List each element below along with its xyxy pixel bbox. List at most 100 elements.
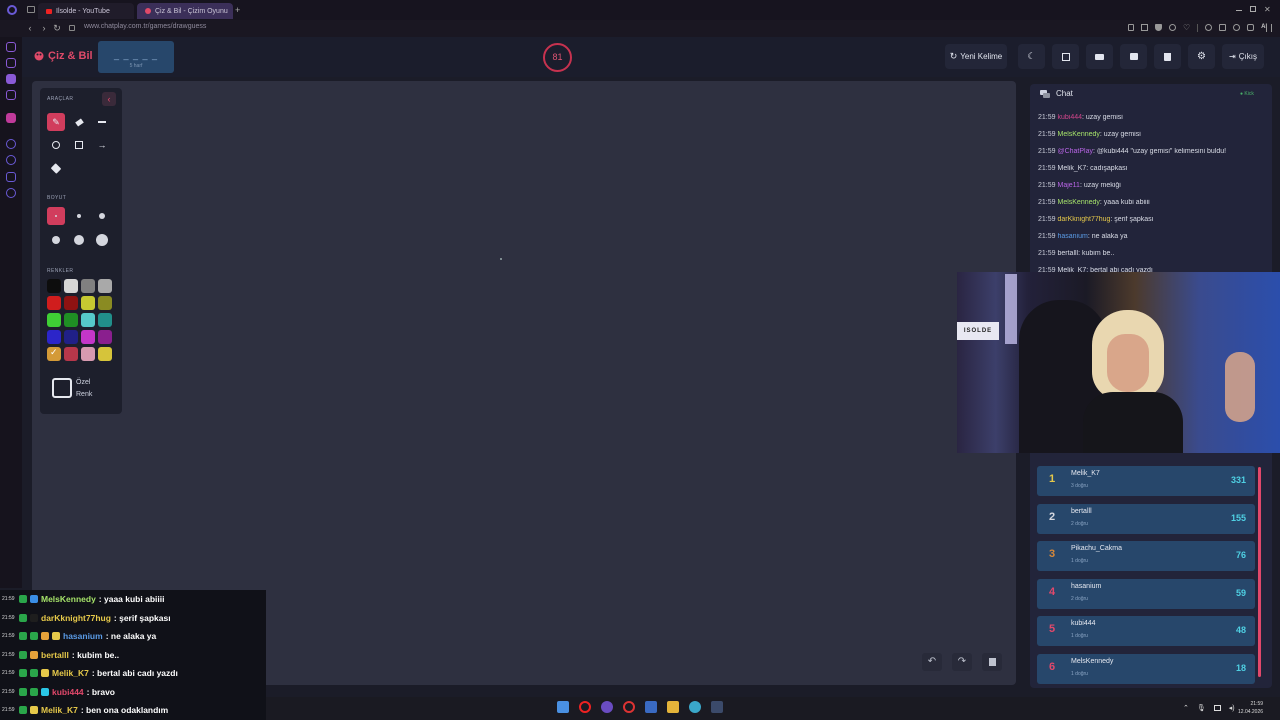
fullscreen-button[interactable] (1052, 44, 1079, 69)
leaderboard-scrollbar[interactable] (1258, 467, 1261, 677)
opera-taskbar-icon[interactable] (579, 701, 591, 713)
keyboard-button[interactable] (1086, 44, 1113, 69)
tab-youtube[interactable]: Ilsolde - YouTube (38, 3, 134, 19)
network-icon[interactable] (1213, 705, 1221, 711)
maximize-icon[interactable] (1250, 6, 1256, 12)
sidebar-aria-icon[interactable] (6, 58, 16, 68)
fill-tool-button[interactable] (47, 159, 65, 177)
theme-toggle-button[interactable]: ☾ (1018, 44, 1045, 69)
sidebar-instagram-icon[interactable] (6, 90, 16, 100)
extensions-icon[interactable] (1169, 24, 1176, 31)
folder-taskbar-icon[interactable] (667, 701, 679, 713)
color-swatch[interactable] (64, 279, 78, 293)
chat-username[interactable]: Maje11 (1057, 182, 1079, 189)
tray-chevron-icon[interactable]: ⌃ (1183, 704, 1189, 712)
new-word-button[interactable]: ↻ Yeni Kelime (945, 44, 1007, 69)
arrow-tool-button[interactable]: → (93, 136, 111, 154)
color-swatch[interactable] (81, 347, 95, 361)
clear-canvas-button[interactable] (982, 653, 1002, 671)
delete-button[interactable] (1154, 44, 1181, 69)
opera-logo-icon[interactable] (7, 5, 17, 15)
color-swatch[interactable] (81, 296, 95, 310)
color-swatch[interactable]: ✓ (47, 347, 61, 361)
settings-button[interactable]: ⚙ (1188, 44, 1215, 69)
microphone-icon[interactable]: 🎙︎ (1197, 704, 1206, 712)
color-swatch[interactable] (81, 330, 95, 344)
sidebar-player-icon[interactable] (6, 139, 16, 149)
tab-cizbil[interactable]: Çiz & Bil - Çizim Oyunu (137, 3, 233, 19)
download-icon[interactable] (1247, 24, 1255, 31)
color-swatch[interactable] (98, 279, 112, 293)
circle-tool-button[interactable] (47, 136, 65, 154)
new-tab-button[interactable]: + (235, 5, 240, 15)
site-info-icon[interactable] (69, 25, 75, 31)
minimize-icon[interactable] (1236, 10, 1242, 11)
chat-username[interactable]: kubi444 (1057, 114, 1082, 121)
shield-icon[interactable] (1155, 24, 1162, 31)
brand[interactable]: Çiz & Bil (34, 50, 93, 62)
color-swatch[interactable] (47, 296, 61, 310)
color-swatch[interactable] (64, 296, 78, 310)
size-6-button[interactable] (93, 231, 111, 249)
size-1-button[interactable] (47, 207, 65, 225)
url-field[interactable]: www.chatplay.com.tr/games/drawguess (84, 23, 206, 30)
color-swatch[interactable] (64, 347, 78, 361)
custom-color-button[interactable] (52, 378, 72, 398)
size-5-button[interactable] (70, 231, 88, 249)
bookmark-icon[interactable] (1128, 24, 1134, 31)
sidebar-shopping-icon[interactable] (6, 74, 16, 84)
redo-button[interactable]: ↷ (952, 653, 972, 671)
discord-taskbar-icon[interactable] (601, 701, 613, 713)
color-swatch[interactable] (47, 279, 61, 293)
chat-username[interactable]: Melik_K7 (1057, 165, 1086, 172)
size-4-button[interactable] (47, 231, 65, 249)
menu-icon[interactable] (1266, 24, 1272, 32)
sidebar-home-icon[interactable] (6, 42, 16, 52)
color-swatch[interactable] (81, 313, 95, 327)
volume-icon[interactable]: ◂) (1229, 704, 1235, 712)
chat-username[interactable]: hasanium (1057, 233, 1087, 240)
heart-icon[interactable]: ♡ (1183, 24, 1190, 32)
messenger-icon[interactable] (1205, 24, 1213, 31)
easy-setup-icon[interactable] (1233, 24, 1241, 31)
chat-username[interactable]: MelsKennedy (1057, 131, 1099, 138)
color-swatch[interactable] (64, 313, 78, 327)
rectangle-tool-button[interactable] (70, 136, 88, 154)
snapshot-icon[interactable] (1141, 24, 1148, 31)
undo-button[interactable]: ↶ (922, 653, 942, 671)
start-icon[interactable] (557, 701, 569, 713)
color-swatch[interactable] (81, 279, 95, 293)
collapse-tools-button[interactable]: ‹ (102, 92, 116, 106)
eraser-tool-button[interactable] (70, 113, 88, 131)
chat-username[interactable]: darKknight77hug (1057, 216, 1110, 223)
color-swatch[interactable] (98, 296, 112, 310)
taskbar-clock[interactable]: 21:59 12.04.2026 (1238, 700, 1263, 716)
color-swatch[interactable] (98, 313, 112, 327)
forward-icon[interactable]: › (38, 22, 50, 34)
color-swatch[interactable] (98, 330, 112, 344)
color-swatch[interactable] (64, 330, 78, 344)
chat-username[interactable]: @ChatPlay (1057, 148, 1093, 155)
size-3-button[interactable] (93, 207, 111, 225)
sidebar-settings-icon[interactable] (6, 188, 16, 198)
color-swatch[interactable] (98, 347, 112, 361)
close-icon[interactable]: ✕ (1264, 6, 1271, 14)
obs-taskbar-icon[interactable] (623, 701, 635, 713)
settings-taskbar-icon[interactable] (689, 701, 701, 713)
color-swatch[interactable] (47, 330, 61, 344)
back-icon[interactable]: ‹ (24, 22, 36, 34)
line-tool-button[interactable] (93, 113, 111, 131)
archive-button[interactable] (1120, 44, 1147, 69)
size-2-button[interactable] (70, 207, 88, 225)
app-taskbar-icon[interactable] (645, 701, 657, 713)
sidebar-downloads-icon[interactable] (6, 172, 16, 182)
chat-username[interactable]: bertalll (1057, 250, 1078, 257)
chat-username[interactable]: MelsKennedy (1057, 199, 1099, 206)
sidebar-history-icon[interactable] (6, 155, 16, 165)
tab-menu-icon[interactable] (27, 6, 35, 13)
sidebar-messenger-icon[interactable] (6, 113, 16, 123)
wallet-icon[interactable] (1219, 24, 1227, 31)
color-swatch[interactable] (47, 313, 61, 327)
pencil-tool-button[interactable]: ✎ (47, 113, 65, 131)
reload-icon[interactable]: ↻ (51, 22, 63, 34)
